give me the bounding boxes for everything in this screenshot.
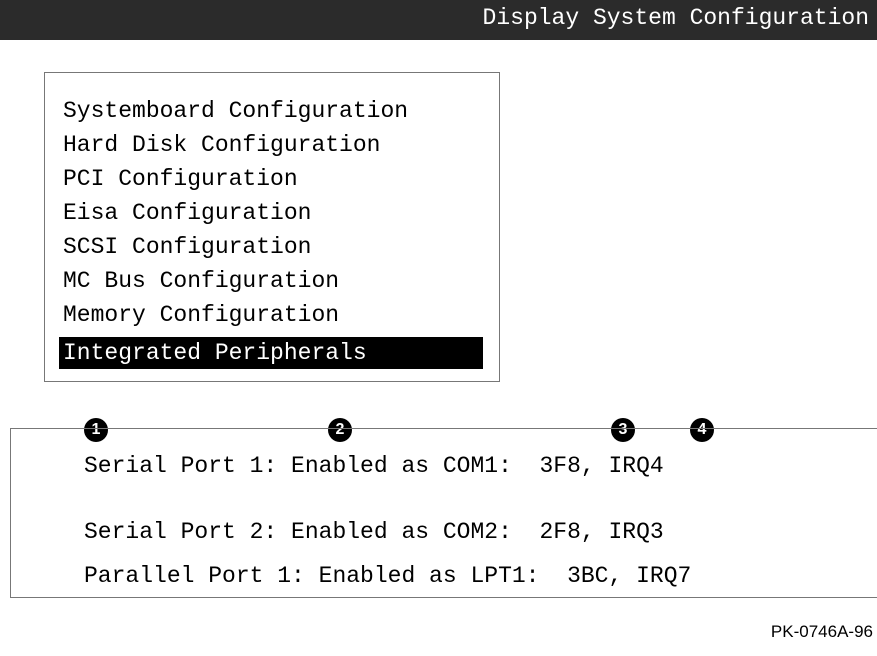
parallel-port-1-line: Parallel Port 1: Enabled as LPT1: 3BC, I… <box>84 563 692 589</box>
serial-port-2-line: Serial Port 2: Enabled as COM2: 2F8, IRQ… <box>84 519 664 545</box>
menu-item-systemboard[interactable]: Systemboard Configuration <box>59 95 412 127</box>
menu-item-memory[interactable]: Memory Configuration <box>59 299 343 331</box>
menu-item-eisa[interactable]: Eisa Configuration <box>59 197 315 229</box>
menu-item-integrated-peripherals[interactable]: Integrated Peripherals <box>59 337 483 369</box>
figure-id: PK-0746A-96 <box>770 622 873 641</box>
serial-port-1-line: Serial Port 1: Enabled as COM1: 3F8, IRQ… <box>84 453 664 479</box>
screen-title: Display System Configuration <box>482 5 869 31</box>
configuration-menu: Systemboard Configuration Hard Disk Conf… <box>44 72 500 382</box>
menu-item-mc-bus[interactable]: MC Bus Configuration <box>59 265 343 297</box>
menu-item-pci[interactable]: PCI Configuration <box>59 163 302 195</box>
menu-item-hard-disk[interactable]: Hard Disk Configuration <box>59 129 384 161</box>
menu-item-scsi[interactable]: SCSI Configuration <box>59 231 315 263</box>
title-bar: Display System Configuration <box>0 0 877 40</box>
